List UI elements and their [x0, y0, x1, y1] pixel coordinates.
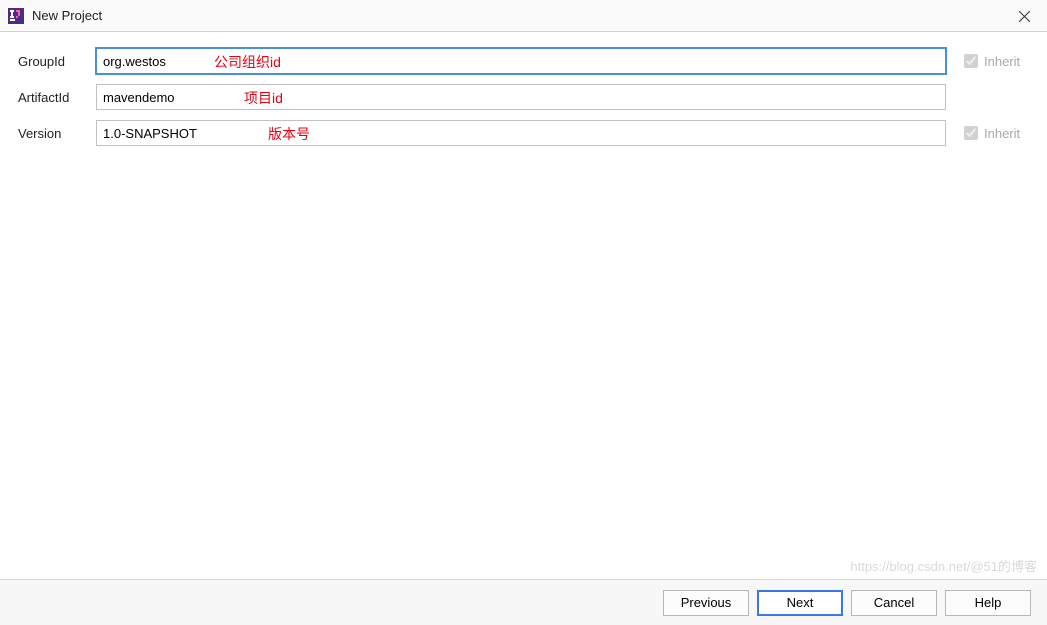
window-title: New Project [32, 8, 102, 23]
artifactid-label: ArtifactId [18, 90, 96, 105]
next-button[interactable]: Next [757, 590, 843, 616]
close-icon [1019, 11, 1030, 22]
groupid-inherit[interactable]: Inherit [964, 54, 1020, 69]
titlebar: New Project [0, 0, 1047, 32]
close-button[interactable] [1001, 0, 1047, 32]
previous-button[interactable]: Previous [663, 590, 749, 616]
version-inherit[interactable]: Inherit [964, 126, 1020, 141]
footer: Previous Next Cancel Help [0, 579, 1047, 625]
artifactid-input[interactable] [96, 84, 946, 110]
intellij-icon [8, 8, 24, 24]
version-inherit-label: Inherit [984, 126, 1020, 141]
version-input[interactable] [96, 120, 946, 146]
groupid-inherit-label: Inherit [984, 54, 1020, 69]
version-inherit-checkbox[interactable] [964, 126, 978, 140]
cancel-button[interactable]: Cancel [851, 590, 937, 616]
watermark: https://blog.csdn.net/@51的博客 [850, 556, 1037, 575]
version-row: Version 版本号 Inherit [18, 120, 1029, 146]
help-button[interactable]: Help [945, 590, 1031, 616]
version-label: Version [18, 126, 96, 141]
artifactid-row: ArtifactId 项目id [18, 84, 1029, 110]
groupid-label: GroupId [18, 54, 96, 69]
form-content: GroupId 公司组织id Inherit ArtifactId 项目id V… [0, 32, 1047, 172]
groupid-row: GroupId 公司组织id Inherit [18, 48, 1029, 74]
groupid-input[interactable] [96, 48, 946, 74]
groupid-inherit-checkbox[interactable] [964, 54, 978, 68]
